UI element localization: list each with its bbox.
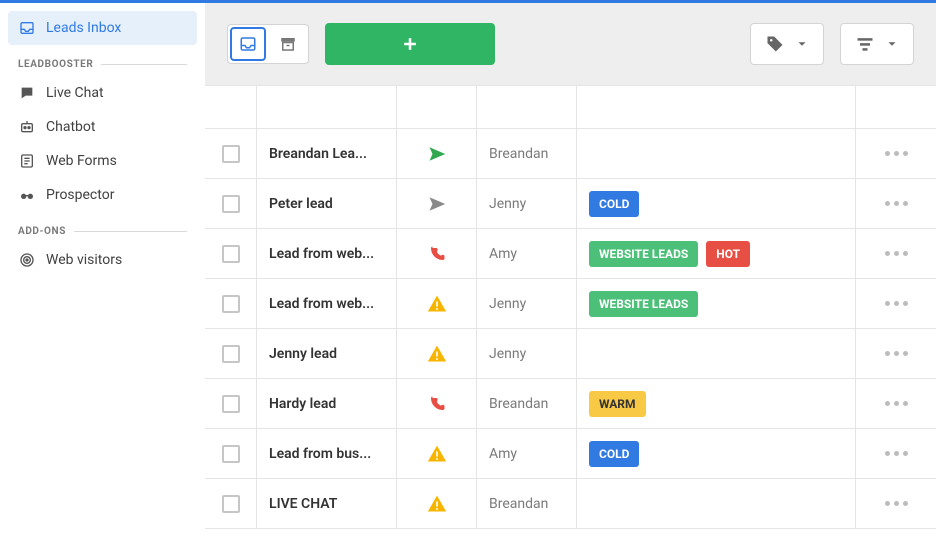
table-body: Breandan Lea... Breandan Peter lead Jenny CO… bbox=[205, 129, 936, 529]
labels-cell: WEBSITE LEADS bbox=[577, 279, 856, 328]
sidebar-item-label: Chatbot bbox=[46, 119, 95, 135]
table-row[interactable]: Lead from web... Amy WEBSITE LEADS HOT bbox=[205, 229, 936, 279]
lead-title: LIVE CHAT bbox=[257, 479, 397, 528]
activity-icon[interactable] bbox=[397, 479, 477, 528]
activity-icon[interactable] bbox=[397, 179, 477, 228]
sidebar-item-prospector[interactable]: Prospector bbox=[8, 178, 197, 212]
owner-name: Breandan bbox=[477, 379, 577, 428]
owner-name: Amy bbox=[477, 229, 577, 278]
view-toggle-group bbox=[227, 24, 309, 64]
sidebar-item-live-chat[interactable]: Live Chat bbox=[8, 76, 197, 110]
sidebar-item-label: Web visitors bbox=[46, 252, 122, 268]
lead-title: Hardy lead bbox=[257, 379, 397, 428]
labels-cell bbox=[577, 129, 856, 178]
label-tag: WEBSITE LEADS bbox=[589, 241, 698, 267]
row-actions-button[interactable] bbox=[885, 301, 908, 306]
row-checkbox[interactable] bbox=[222, 145, 240, 163]
sidebar-item-web-visitors[interactable]: Web visitors bbox=[8, 243, 197, 277]
row-checkbox[interactable] bbox=[222, 245, 240, 263]
row-actions-button[interactable] bbox=[885, 351, 908, 356]
activity-icon[interactable] bbox=[397, 379, 477, 428]
row-checkbox[interactable] bbox=[222, 345, 240, 363]
activity-icon[interactable] bbox=[397, 229, 477, 278]
toolbar bbox=[205, 3, 936, 85]
row-actions-button[interactable] bbox=[885, 151, 908, 156]
row-checkbox[interactable] bbox=[222, 445, 240, 463]
owner-name: Breandan bbox=[477, 479, 577, 528]
label-tag: COLD bbox=[589, 191, 639, 217]
row-checkbox[interactable] bbox=[222, 495, 240, 513]
owner-name: Jenny bbox=[477, 179, 577, 228]
sidebar-item-label: Prospector bbox=[46, 187, 114, 203]
filter-icon bbox=[855, 34, 875, 54]
labels-cell: WARM bbox=[577, 379, 856, 428]
labels-cell bbox=[577, 479, 856, 528]
inbox-icon bbox=[18, 19, 36, 37]
binoculars-icon bbox=[18, 186, 36, 204]
chat-icon bbox=[18, 84, 36, 102]
owner-name: Amy bbox=[477, 429, 577, 478]
label-tag: WEBSITE LEADS bbox=[589, 291, 698, 317]
app-root: Leads Inbox LEADBOOSTER Live Chat Chatbo… bbox=[0, 0, 936, 546]
row-checkbox[interactable] bbox=[222, 195, 240, 213]
owner-name: Jenny bbox=[477, 279, 577, 328]
lead-title: Lead from web... bbox=[257, 279, 397, 328]
row-checkbox[interactable] bbox=[222, 295, 240, 313]
table-row[interactable]: LIVE CHAT Breandan bbox=[205, 479, 936, 529]
table-header bbox=[205, 85, 936, 129]
table-row[interactable]: Breandan Lea... Breandan bbox=[205, 129, 936, 179]
owner-name: Breandan bbox=[477, 129, 577, 178]
sidebar-item-label: Leads Inbox bbox=[46, 20, 121, 36]
section-header-leadbooster: LEADBOOSTER bbox=[8, 45, 197, 76]
lead-title: Jenny lead bbox=[257, 329, 397, 378]
activity-icon[interactable] bbox=[397, 129, 477, 178]
table-row[interactable]: Lead from bus... Amy COLD bbox=[205, 429, 936, 479]
lead-title: Peter lead bbox=[257, 179, 397, 228]
bot-icon bbox=[18, 118, 36, 136]
table-row[interactable]: Jenny lead Jenny bbox=[205, 329, 936, 379]
lead-title: Lead from bus... bbox=[257, 429, 397, 478]
labels-cell: WEBSITE LEADS HOT bbox=[577, 229, 856, 278]
labels-cell: COLD bbox=[577, 179, 856, 228]
sidebar-item-leads-inbox[interactable]: Leads Inbox bbox=[8, 11, 197, 45]
table-row[interactable]: Peter lead Jenny COLD bbox=[205, 179, 936, 229]
label-tag: COLD bbox=[589, 441, 639, 467]
activity-icon[interactable] bbox=[397, 429, 477, 478]
row-checkbox[interactable] bbox=[222, 395, 240, 413]
label-filter-dropdown[interactable] bbox=[750, 23, 824, 65]
radar-icon bbox=[18, 251, 36, 269]
lead-title: Breandan Lea... bbox=[257, 129, 397, 178]
form-icon bbox=[18, 152, 36, 170]
row-actions-button[interactable] bbox=[885, 401, 908, 406]
sidebar-item-chatbot[interactable]: Chatbot bbox=[8, 110, 197, 144]
view-archive-button[interactable] bbox=[268, 25, 308, 63]
table-row[interactable]: Hardy lead Breandan WARM bbox=[205, 379, 936, 429]
view-inbox-button[interactable] bbox=[230, 27, 266, 61]
owner-name: Jenny bbox=[477, 329, 577, 378]
table-row[interactable]: Lead from web... Jenny WEBSITE LEADS bbox=[205, 279, 936, 329]
row-actions-button[interactable] bbox=[885, 451, 908, 456]
activity-icon[interactable] bbox=[397, 329, 477, 378]
row-actions-button[interactable] bbox=[885, 201, 908, 206]
sidebar: Leads Inbox LEADBOOSTER Live Chat Chatbo… bbox=[0, 3, 205, 546]
label-tag: WARM bbox=[589, 391, 646, 417]
sidebar-item-label: Web Forms bbox=[46, 153, 117, 169]
labels-cell bbox=[577, 329, 856, 378]
section-header-addons: ADD-ONS bbox=[8, 212, 197, 243]
main: Breandan Lea... Breandan Peter lead Jenny CO… bbox=[205, 3, 936, 546]
lead-title: Lead from web... bbox=[257, 229, 397, 278]
sidebar-item-label: Live Chat bbox=[46, 85, 104, 101]
row-actions-button[interactable] bbox=[885, 251, 908, 256]
more-filter-dropdown[interactable] bbox=[840, 23, 914, 65]
caret-down-icon bbox=[795, 37, 809, 51]
tag-icon bbox=[765, 34, 785, 54]
activity-icon[interactable] bbox=[397, 279, 477, 328]
caret-down-icon bbox=[885, 37, 899, 51]
labels-cell: COLD bbox=[577, 429, 856, 478]
row-actions-button[interactable] bbox=[885, 501, 908, 506]
add-lead-button[interactable] bbox=[325, 23, 495, 65]
label-tag: HOT bbox=[706, 241, 750, 267]
sidebar-item-web-forms[interactable]: Web Forms bbox=[8, 144, 197, 178]
